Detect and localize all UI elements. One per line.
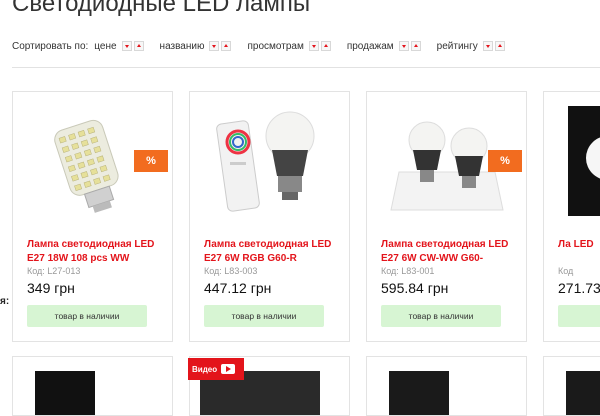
product-card[interactable] (366, 356, 527, 416)
product-price: 447.12 грн (204, 280, 272, 296)
product-image[interactable] (566, 371, 600, 415)
sort-option-label[interactable]: рейтингу (437, 41, 478, 52)
sort-option-label[interactable]: просмотрам (247, 41, 303, 52)
product-code: Код: L83-001 (381, 266, 435, 276)
sort-by-sales: продажам (347, 41, 423, 52)
sort-desc-button[interactable] (121, 41, 132, 51)
product-card[interactable] (543, 356, 600, 416)
side-label: я: (0, 296, 10, 307)
sort-bar: Сортировать по: цене названию просмотрам… (12, 38, 521, 54)
sort-desc-button[interactable] (398, 41, 409, 51)
sort-by-name: названию (160, 41, 234, 52)
product-name-link[interactable]: Лампа светодиодная LED E27 6W RGB G60-R (204, 238, 346, 266)
in-stock-button[interactable]: товар в наличии (381, 305, 501, 327)
rgb-bulb-remote-image[interactable] (200, 102, 340, 222)
page-title: Светодиодные LED лампы (12, 0, 311, 17)
sort-asc-button[interactable] (320, 41, 331, 51)
sort-option-label[interactable]: продажам (347, 41, 394, 52)
sort-option-label[interactable]: названию (160, 41, 205, 52)
sort-label: Сортировать по: (12, 40, 89, 52)
video-label: Видео (192, 364, 218, 374)
video-badge[interactable]: Видео (188, 358, 244, 380)
product-image[interactable] (389, 371, 449, 415)
product-code: Код: L27-013 (27, 266, 81, 276)
product-name-link[interactable]: Лампа светодиодная LED E27 18W 108 pcs W… (27, 238, 169, 266)
sort-by-price: цене (94, 41, 145, 52)
sort-asc-button[interactable] (410, 41, 421, 51)
in-stock-button[interactable]: товар в наличии (204, 305, 324, 327)
product-card[interactable]: % Лампа светодиодная LED E27 18W 108 pcs… (12, 91, 173, 342)
sort-asc-button[interactable] (221, 41, 232, 51)
discount-badge: % (488, 150, 522, 172)
product-code: Код: L83-003 (204, 266, 258, 276)
in-stock-button[interactable] (558, 305, 600, 327)
bulb-on-dark-image[interactable] (568, 106, 600, 216)
in-stock-button[interactable]: товар в наличии (27, 305, 147, 327)
product-name-link[interactable]: Ла LED (558, 238, 600, 266)
product-code: Код (558, 266, 574, 276)
sort-desc-button[interactable] (482, 41, 493, 51)
product-name-link[interactable]: Лампа светодиодная LED E27 6W CW-WW G60- (381, 238, 523, 266)
product-card[interactable]: % Лампа светодиодная LED E27 6W CW-WW G6… (366, 91, 527, 342)
sort-by-views: просмотрам (247, 41, 332, 52)
product-price: 595.84 грн (381, 280, 449, 296)
product-image[interactable] (35, 371, 95, 415)
sort-asc-button[interactable] (494, 41, 505, 51)
sort-desc-button[interactable] (308, 41, 319, 51)
product-card[interactable]: Лампа светодиодная LED E27 6W RGB G60-R … (189, 91, 350, 342)
sort-asc-button[interactable] (133, 41, 144, 51)
sort-desc-button[interactable] (209, 41, 220, 51)
product-price: 349 грн (27, 280, 75, 296)
play-icon (221, 364, 236, 374)
product-price: 271.73 (558, 280, 600, 296)
sort-by-rating: рейтингу (437, 41, 507, 52)
sort-option-label[interactable]: цене (94, 41, 116, 52)
product-card[interactable]: Ла LED Код 271.73 (543, 91, 600, 342)
product-card[interactable] (12, 356, 173, 416)
discount-badge: % (134, 150, 168, 172)
divider (12, 67, 600, 68)
